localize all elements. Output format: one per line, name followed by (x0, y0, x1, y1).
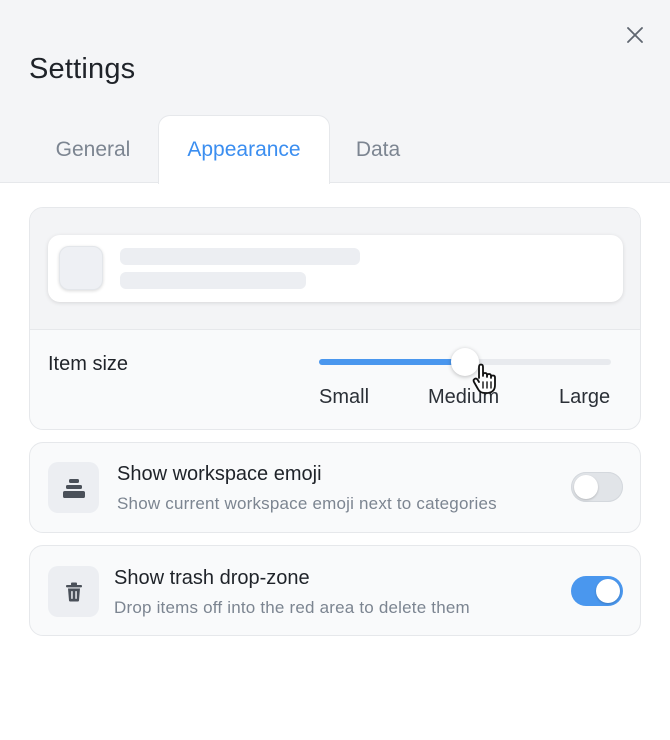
option-title: Show trash drop-zone (114, 567, 310, 589)
trash-dropzone-icon-box (48, 566, 99, 617)
close-button[interactable] (622, 22, 648, 48)
stack-icon (62, 478, 85, 498)
trash-dropzone-toggle[interactable] (571, 576, 623, 606)
toggle-knob (574, 475, 598, 499)
option-title: Show workspace emoji (117, 463, 322, 485)
workspace-emoji-icon-box (48, 462, 99, 513)
tab-data[interactable]: Data (335, 115, 421, 184)
toggle-knob (596, 579, 620, 603)
preview-icon-placeholder (59, 246, 103, 290)
preview-item (48, 235, 623, 302)
slider-fill (319, 359, 465, 365)
size-option-small[interactable]: Small (319, 386, 369, 409)
settings-header: Settings General Appearance Data (0, 0, 670, 184)
item-size-card: Item size Small Medium Large (29, 207, 641, 430)
size-option-medium[interactable]: Medium (428, 386, 499, 409)
preview-title-placeholder (120, 248, 360, 265)
page-title: Settings (29, 53, 136, 85)
trash-dropzone-card: Show trash drop-zone Drop items off into… (29, 545, 641, 636)
workspace-emoji-toggle[interactable] (571, 472, 623, 502)
workspace-emoji-card: Show workspace emoji Show current worksp… (29, 442, 641, 533)
item-preview-area (30, 208, 640, 330)
tab-general[interactable]: General (33, 115, 153, 184)
trash-icon (65, 582, 82, 601)
slider-thumb[interactable] (451, 348, 479, 376)
item-size-label: Item size (48, 353, 129, 375)
size-option-large[interactable]: Large (559, 386, 610, 409)
close-icon (627, 27, 643, 43)
preview-subtitle-placeholder (120, 272, 306, 289)
tab-appearance[interactable]: Appearance (158, 115, 330, 184)
item-size-slider[interactable] (319, 348, 611, 376)
option-description: Drop items off into the red area to dele… (114, 598, 470, 617)
option-description: Show current workspace emoji next to cat… (117, 494, 497, 513)
